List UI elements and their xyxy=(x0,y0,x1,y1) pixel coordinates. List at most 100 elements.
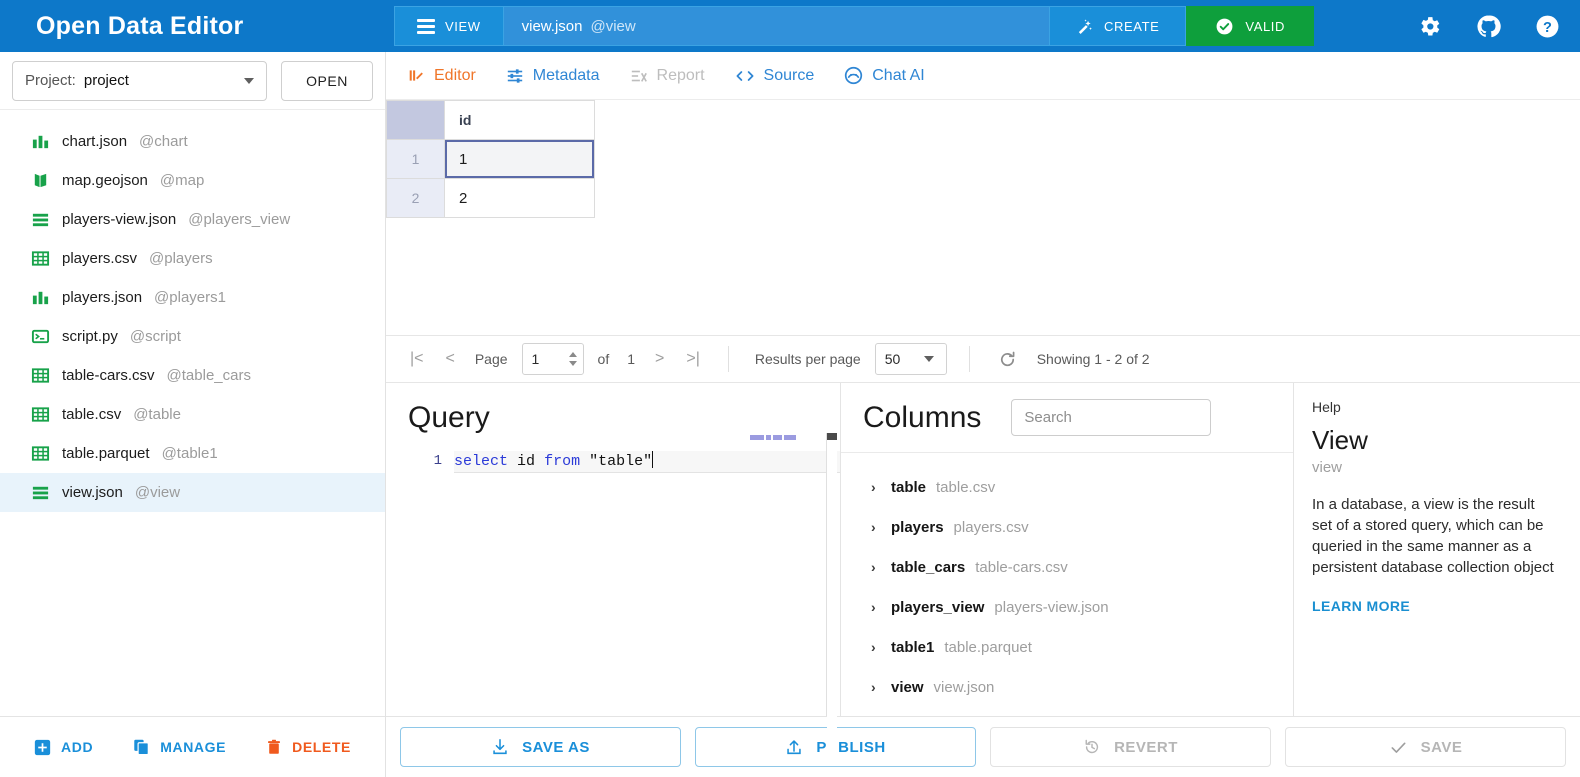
page-label: Page xyxy=(475,351,508,367)
first-page-icon[interactable]: |< xyxy=(404,350,430,368)
sql-keyword-from: from xyxy=(544,453,580,470)
add-button-label: ADD xyxy=(61,739,93,755)
create-button[interactable]: CREATE xyxy=(1049,6,1186,46)
list-item[interactable]: map.geojson @map xyxy=(0,161,385,200)
list-item[interactable]: › table_cars table-cars.csv xyxy=(841,547,1293,587)
chevron-right-icon[interactable]: › xyxy=(871,599,881,615)
page-number-input[interactable]: 1 xyxy=(522,343,584,375)
row-number[interactable]: 2 xyxy=(387,179,445,218)
chevron-right-icon[interactable]: › xyxy=(871,519,881,535)
validation-status-button[interactable]: VALID xyxy=(1186,6,1314,46)
list-item-selected[interactable]: view.json @view xyxy=(0,473,385,512)
file-name: table.parquet xyxy=(62,445,150,462)
columns-header: Columns xyxy=(841,383,1293,453)
chevron-right-icon[interactable]: › xyxy=(871,559,881,575)
list-item[interactable]: › table1 table.parquet xyxy=(841,627,1293,667)
stepper-up-icon[interactable] xyxy=(569,352,577,357)
editor-scrollbar[interactable] xyxy=(827,433,837,766)
results-per-page-value: 50 xyxy=(885,351,901,367)
list-item[interactable]: players.json @players1 xyxy=(0,278,385,317)
grid-corner-cell[interactable] xyxy=(387,101,445,140)
list-item[interactable]: players-view.json @players_view xyxy=(0,200,385,239)
column-source: players.csv xyxy=(954,519,1029,536)
file-path-field[interactable]: view.json @view xyxy=(504,6,1049,46)
tab-source[interactable]: Source xyxy=(735,67,815,85)
refresh-icon[interactable] xyxy=(992,350,1023,369)
scrollbar-thumb[interactable] xyxy=(827,433,837,440)
tab-metadata-label: Metadata xyxy=(533,67,600,85)
chevron-right-icon[interactable]: › xyxy=(871,679,881,695)
divider xyxy=(969,346,970,372)
table-file-icon xyxy=(30,444,50,464)
list-item[interactable]: table.parquet @table1 xyxy=(0,434,385,473)
source-icon xyxy=(735,68,755,84)
help-icon[interactable]: ? xyxy=(1535,14,1560,39)
learn-more-link[interactable]: LEARN MORE xyxy=(1312,598,1558,614)
view-file-icon xyxy=(30,210,50,230)
sql-keyword-select: select xyxy=(454,453,508,470)
list-item[interactable]: chart.json @chart xyxy=(0,122,385,161)
row-number[interactable]: 1 xyxy=(387,140,445,179)
column-name: table xyxy=(891,479,926,496)
file-path-name: view.json xyxy=(522,18,583,35)
project-select[interactable]: Project: project xyxy=(12,61,267,101)
grid-cell-selected[interactable]: 1 xyxy=(445,140,595,179)
list-item[interactable]: players.csv @players xyxy=(0,239,385,278)
table-row[interactable]: 1 1 xyxy=(387,140,595,179)
gear-icon[interactable] xyxy=(1417,14,1442,39)
manage-button[interactable]: MANAGE xyxy=(133,738,226,756)
revert-button: REVERT xyxy=(990,727,1271,767)
column-name: players_view xyxy=(891,599,984,616)
file-list: chart.json @chart map.geojson @map playe… xyxy=(0,110,385,716)
chevron-right-icon[interactable]: › xyxy=(871,639,881,655)
results-per-page-select[interactable]: 50 xyxy=(875,343,947,375)
view-bars-icon xyxy=(417,19,435,34)
list-item[interactable]: script.py @script xyxy=(0,317,385,356)
table-row[interactable]: 2 2 xyxy=(387,179,595,218)
query-pane: Query 1 select id from "table" xyxy=(386,383,841,716)
tab-metadata[interactable]: Metadata xyxy=(506,67,600,85)
view-type-button[interactable]: VIEW xyxy=(394,6,504,46)
list-item[interactable]: table.csv @table xyxy=(0,395,385,434)
chevron-right-icon[interactable]: › xyxy=(871,479,881,495)
columns-title: Columns xyxy=(863,401,981,435)
create-button-label: CREATE xyxy=(1104,19,1159,34)
add-button[interactable]: ADD xyxy=(34,739,93,756)
list-item[interactable]: › view view.json xyxy=(841,667,1293,707)
file-name: view.json xyxy=(62,484,123,501)
magic-wand-icon xyxy=(1076,18,1093,35)
tab-editor-label: Editor xyxy=(434,67,476,85)
sql-editor[interactable]: 1 select id from "table" xyxy=(408,451,840,473)
list-item[interactable]: table-cars.csv @table_cars xyxy=(0,356,385,395)
prev-page-icon[interactable]: < xyxy=(440,350,461,368)
data-grid: id 1 1 2 2 xyxy=(386,100,595,218)
next-page-icon[interactable]: > xyxy=(649,350,670,368)
data-grid-area: id 1 1 2 2 xyxy=(386,100,1580,335)
stepper-down-icon[interactable] xyxy=(569,361,577,366)
github-icon[interactable] xyxy=(1476,14,1501,39)
help-pane: Help View view In a database, a view is … xyxy=(1294,383,1580,716)
check-circle-icon xyxy=(1215,17,1234,36)
list-item[interactable]: › table table.csv xyxy=(841,467,1293,507)
project-value: project xyxy=(84,72,129,89)
help-description: In a database, a view is the result set … xyxy=(1312,494,1558,578)
grid-cell[interactable]: 2 xyxy=(445,179,595,218)
app-header: Open Data Editor VIEW view.json @view CR… xyxy=(0,0,1580,52)
sql-space xyxy=(508,453,517,470)
page-stepper[interactable] xyxy=(569,352,577,366)
column-source: view.json xyxy=(934,679,995,696)
download-icon xyxy=(491,738,509,756)
tab-chat-ai-label: Chat AI xyxy=(872,67,924,85)
save-as-label: SAVE AS xyxy=(522,739,590,756)
save-as-button[interactable]: SAVE AS xyxy=(400,727,681,767)
column-header-id[interactable]: id xyxy=(445,101,595,140)
list-item[interactable]: › players_view players-view.json xyxy=(841,587,1293,627)
tab-editor[interactable]: Editor xyxy=(408,67,476,85)
tab-chat-ai[interactable]: Chat AI xyxy=(844,66,924,85)
delete-button[interactable]: DELETE xyxy=(266,738,351,756)
search-input[interactable] xyxy=(1011,399,1211,436)
last-page-icon[interactable]: >| xyxy=(680,350,706,368)
list-item[interactable]: › players players.csv xyxy=(841,507,1293,547)
sql-code-line[interactable]: select id from "table" xyxy=(454,451,840,473)
open-project-button[interactable]: OPEN xyxy=(281,61,373,101)
